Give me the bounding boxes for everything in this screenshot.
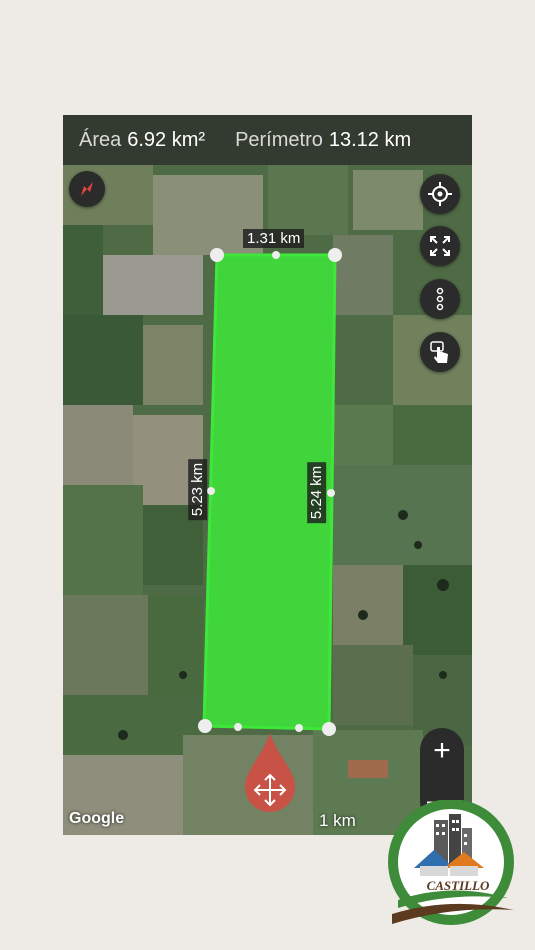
move-pin[interactable] [245,733,295,812]
scale-label: 1 km [319,811,356,830]
touch-hand-icon [430,341,448,363]
vertex-handle[interactable] [198,719,212,733]
fullscreen-button[interactable] [420,226,460,266]
midpoint-handle[interactable] [327,489,335,497]
midpoint-handle[interactable] [272,251,280,259]
more-vertical-icon [436,287,444,311]
vertex-handle[interactable] [322,722,336,736]
midpoint-handle[interactable] [207,487,215,495]
expand-icon [430,236,450,256]
measurement-bar: Área 6.92 km² Perímetro 13.12 km [63,115,472,165]
crosshair-icon [428,182,452,206]
touch-mode-button[interactable] [420,332,460,372]
midpoint-handle[interactable] [295,724,303,732]
castillo-logo: CASTILLO [388,800,514,925]
google-attribution: Google [69,810,125,827]
locate-button[interactable] [420,174,460,214]
compass-icon [81,182,93,196]
map-screen: 1.31 km 5.23 km 5.24 km Área 6.92 km² Pe… [63,115,472,835]
perimeter-value: 13.12 km [328,128,412,151]
top-edge-length: 1.31 km [243,229,305,248]
vertex-handle[interactable] [210,248,224,262]
right-edge-length: 5.24 km [307,461,327,524]
more-button[interactable] [420,279,460,319]
midpoint-handle[interactable] [234,723,242,731]
area-label: Área [79,128,122,151]
zoom-in-button[interactable]: + [433,728,451,774]
measured-polygon[interactable] [63,115,472,835]
compass-button[interactable] [69,171,105,207]
perimeter-label: Perímetro [235,128,323,151]
area-value: 6.92 km² [127,128,206,151]
vertex-handle[interactable] [328,248,342,262]
left-edge-length: 5.23 km [188,458,208,521]
